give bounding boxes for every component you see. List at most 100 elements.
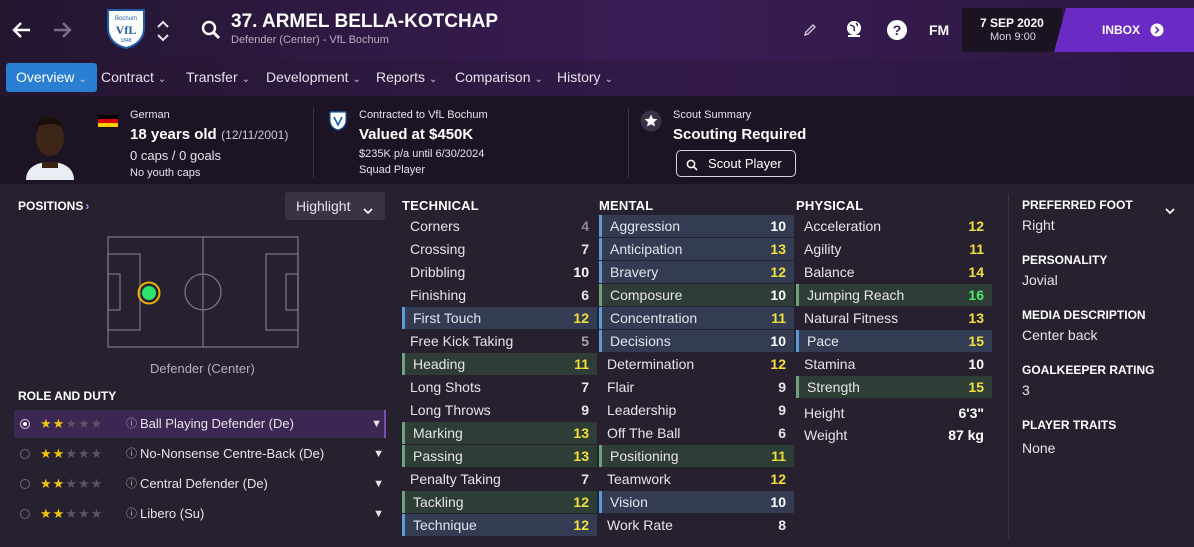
search-icon[interactable] [200,19,222,41]
attr-row[interactable]: Finishing 6 [402,284,597,306]
role-rating-stars: ★★★★★ [40,506,104,521]
attr-row-key[interactable]: Composure 10 [599,284,794,306]
inbox-label: INBOX [1102,23,1141,37]
attr-row[interactable]: Natural Fitness 13 [796,307,992,329]
role-duty-header: ROLE AND DUTY [18,389,117,403]
tab-transfer[interactable]: Transfer ⌄ [178,64,258,90]
position-marker[interactable] [137,281,161,305]
attr-row[interactable]: Long Shots 7 [402,376,597,398]
chevron-down-icon[interactable]: ▼ [373,470,384,498]
tab-contract[interactable]: Contract ⌄ [93,64,174,90]
tab-development-label: Development [266,69,349,85]
attr-row[interactable]: Leadership 9 [599,399,794,421]
attr-row-key[interactable]: Marking 13 [402,422,597,444]
attr-name: Off The Ball [607,425,681,441]
positions-header[interactable]: POSITIONS › [18,199,89,213]
world-globe-icon[interactable] [843,18,865,40]
chevron-down-icon[interactable] [1164,203,1176,215]
tab-reports[interactable]: Reports ⌄ [368,64,445,90]
divider [313,108,314,178]
radio-unselected[interactable] [20,509,30,519]
info-icon[interactable]: ⓘ [126,470,137,498]
tab-development[interactable]: Development ⌄ [258,64,369,90]
search-icon [686,158,698,171]
crest-letters: VfL [116,23,137,37]
attr-row-key[interactable]: Pace 15 [796,330,992,352]
attr-row-key[interactable]: Strength 15 [796,376,992,398]
attr-row-key[interactable]: Decisions 10 [599,330,794,352]
attr-row-key[interactable]: Jumping Reach 16 [796,284,992,306]
attr-row-key[interactable]: Tackling 12 [402,491,597,513]
attr-value: 7 [581,379,589,395]
edit-pencil-icon[interactable] [802,22,818,38]
back-arrow-icon[interactable] [10,18,34,42]
tab-comparison[interactable]: Comparison ⌄ [447,64,551,90]
tab-history[interactable]: History ⌄ [549,64,621,90]
highlight-dropdown[interactable]: Highlight [285,192,385,220]
date-panel[interactable]: 7 SEP 2020 Mon 9:00 [962,8,1062,52]
attr-row[interactable]: Balance 14 [796,261,992,283]
attr-row[interactable]: Long Throws 9 [402,399,597,421]
inbox-button[interactable]: INBOX [1054,8,1194,52]
radio-unselected[interactable] [20,449,30,459]
info-icon[interactable]: ⓘ [126,500,137,528]
attr-row[interactable]: Determination 12 [599,353,794,375]
attr-value: 10 [770,218,786,234]
attr-row[interactable]: Work Rate 8 [599,514,794,536]
chevron-down-icon [363,202,373,215]
attr-row-key[interactable]: Positioning 11 [599,445,794,467]
personality-value: Jovial [1022,272,1058,288]
help-icon[interactable]: ? [886,19,908,41]
attr-name: Tackling [413,494,464,510]
info-icon[interactable]: ⓘ [126,410,137,438]
attr-row[interactable]: Off The Ball 6 [599,422,794,444]
attr-row-key[interactable]: Bravery 12 [599,261,794,283]
attr-row[interactable]: Free Kick Taking 5 [402,330,597,352]
attr-name: First Touch [413,310,482,326]
attr-row[interactable]: Agility 11 [796,238,992,260]
role-row[interactable]: ★★★★★ ⓘ No-Nonsense Centre-Back (De) ▼ [14,440,386,468]
fm-logo[interactable]: FM [929,22,949,38]
chevron-down-icon[interactable]: ▼ [373,440,384,468]
club-crest[interactable]: Bochum VfL 1848 [104,6,148,50]
role-row[interactable]: ★★★★★ ⓘ Central Defender (De) ▼ [14,470,386,498]
attr-row[interactable]: Acceleration 12 [796,215,992,237]
attr-row[interactable]: Crossing 7 [402,238,597,260]
attr-row[interactable]: Teamwork 12 [599,468,794,490]
info-icon[interactable]: ⓘ [126,440,137,468]
attr-row-key[interactable]: First Touch 12 [402,307,597,329]
weight-row: Weight 87 kg [796,424,992,446]
attr-row[interactable]: Penalty Taking 7 [402,468,597,490]
attr-row-key[interactable]: Technique 12 [402,514,597,536]
forward-arrow-icon[interactable] [50,18,74,42]
tab-overview[interactable]: Overview ⌄ [6,63,97,92]
media-description-value: Center back [1022,327,1098,343]
attr-value: 12 [573,517,589,533]
attr-row[interactable]: Corners 4 [402,215,597,237]
attr-name: Dribbling [410,264,466,280]
attr-row-key[interactable]: Aggression 10 [599,215,794,237]
radio-selected[interactable] [20,419,30,429]
scout-player-button[interactable]: Scout Player [676,150,796,177]
chevron-down-icon[interactable]: ▼ [373,500,384,528]
radio-unselected[interactable] [20,479,30,489]
player-portrait [22,110,78,180]
attr-row-key[interactable]: Passing 13 [402,445,597,467]
attr-row-key[interactable]: Heading 11 [402,353,597,375]
attr-row[interactable]: Dribbling 10 [402,261,597,283]
club-badge-icon [329,111,347,131]
attr-row-key[interactable]: Anticipation 13 [599,238,794,260]
player-switch-icon[interactable] [156,18,170,44]
attr-row[interactable]: Flair 9 [599,376,794,398]
role-row[interactable]: ★★★★★ ⓘ Libero (Su) ▼ [14,500,386,528]
attr-name: Acceleration [804,218,882,234]
preferred-foot-label: PREFERRED FOOT [1022,198,1133,212]
positions-title: POSITIONS [18,199,84,213]
attr-value: 12 [770,264,786,280]
attr-row[interactable]: Stamina 10 [796,353,992,375]
chevron-down-icon[interactable]: ▼ [371,410,382,438]
attr-row-key[interactable]: Concentration 11 [599,307,794,329]
role-row[interactable]: ★★★★★ ⓘ Ball Playing Defender (De) ▼ [14,410,386,438]
attr-row-key[interactable]: Vision 10 [599,491,794,513]
attr-name: Composure [610,287,683,303]
